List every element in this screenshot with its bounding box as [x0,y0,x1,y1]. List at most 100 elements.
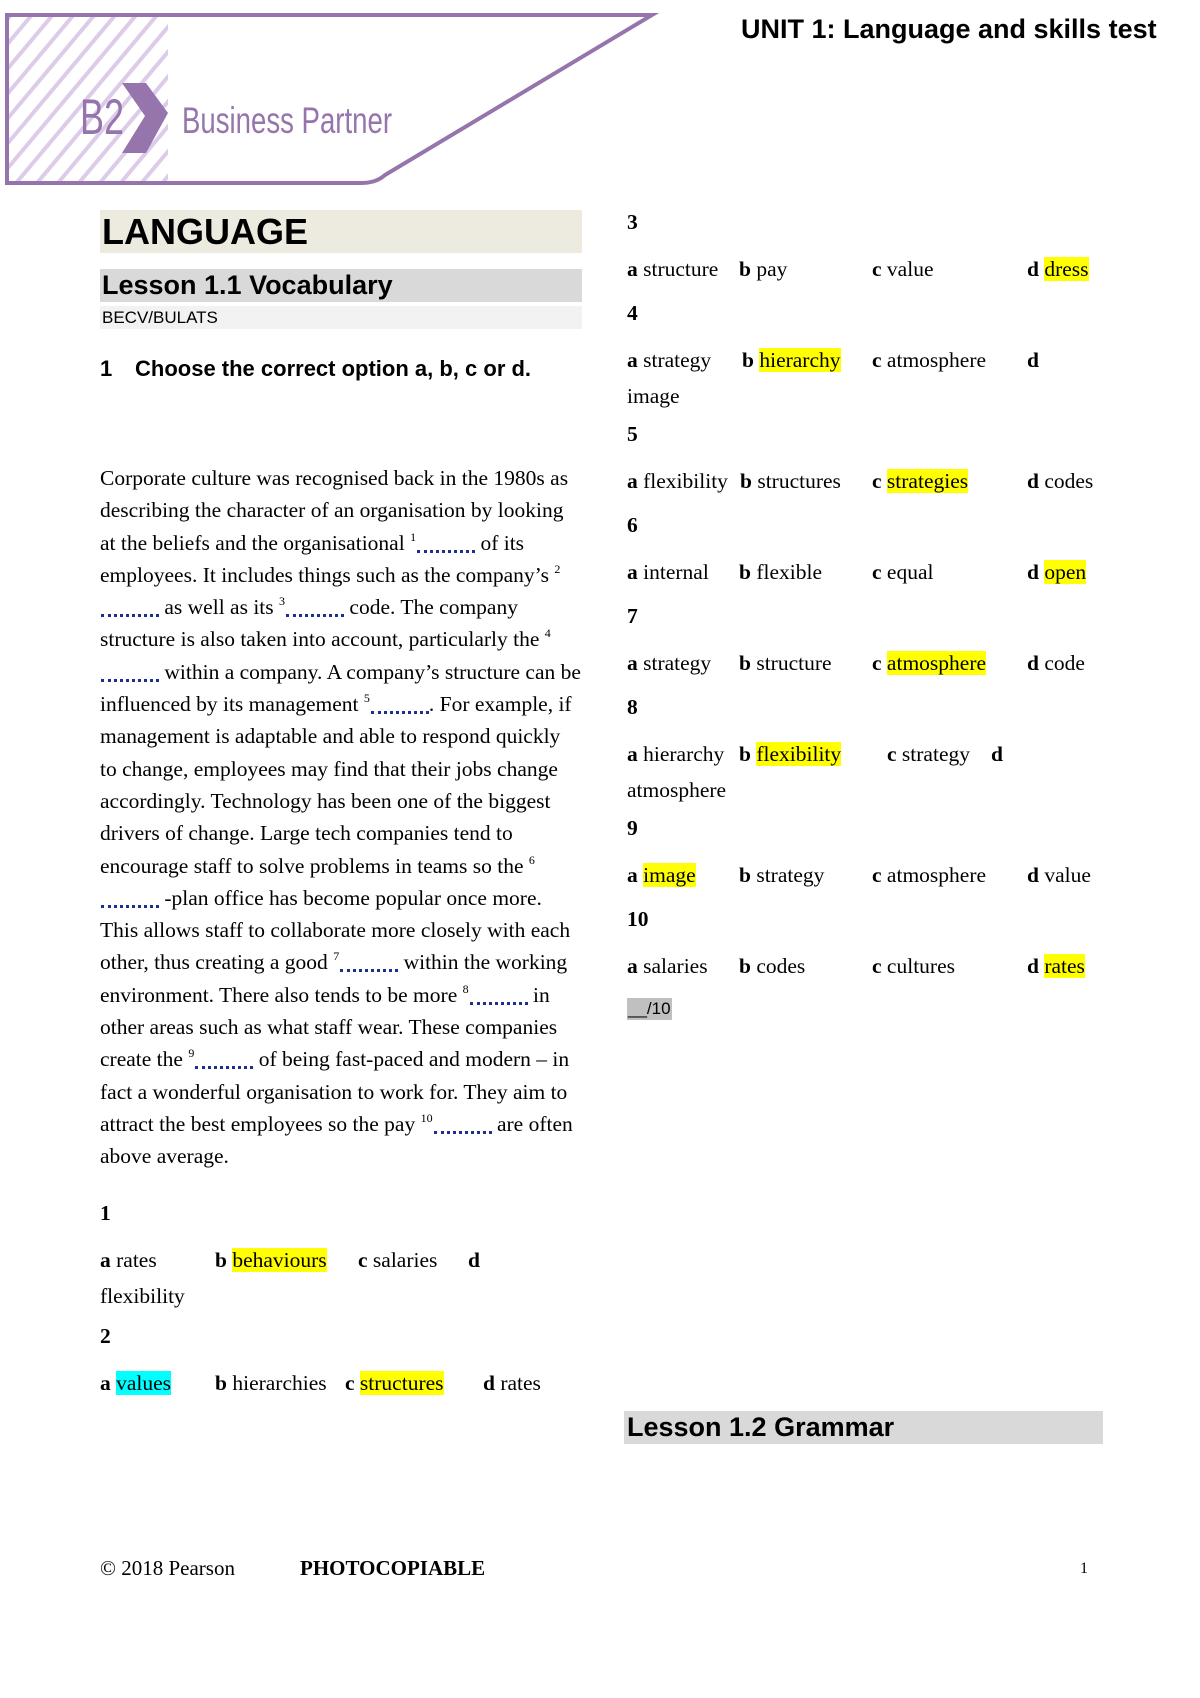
option-text: values [116,1370,172,1395]
option-a[interactable]: a strategy [627,651,711,676]
option-d[interactable]: d code [1027,651,1085,676]
gap-blank[interactable] [340,968,399,973]
gap-blank[interactable] [417,549,476,553]
option-c[interactable]: c structures [345,1370,444,1396]
option-text: atmosphere [627,778,727,802]
section-title: LANGUAGE [100,210,582,253]
option-letter: a [627,863,638,887]
gap-blank[interactable] [286,613,345,618]
option-a[interactable]: a structure [627,257,718,282]
option-a[interactable]: a salaries [627,954,708,979]
option-a[interactable]: a rates [100,1248,157,1273]
option-letter: d [1027,348,1039,372]
option-c[interactable]: c value [872,257,933,282]
gap-blank[interactable] [101,613,159,618]
option-c[interactable]: c cultures [872,954,955,979]
option-a[interactable]: a image [627,863,696,888]
option-d[interactable]: d value [1027,863,1091,888]
option-b[interactable]: b structure [739,651,832,676]
option-text: value [1044,863,1091,887]
option-c[interactable]: c atmosphere [872,348,986,373]
option-b[interactable]: b flexible [739,560,822,585]
option-a[interactable]: a hierarchy [627,742,724,767]
option-d-wrapped: image [627,380,1109,412]
option-text: flexibility [100,1283,185,1308]
option-letter: a [627,742,638,766]
question-item: 3 a structure b pay c value d dress [627,210,1109,289]
gap-number: 6 [528,852,535,867]
option-letter: b [739,954,751,978]
option-c[interactable]: c atmosphere [872,651,987,676]
option-a[interactable]: a values [100,1370,172,1396]
option-letter: d [483,1370,495,1395]
gap-blank[interactable] [433,1130,492,1134]
gap-blank[interactable] [370,710,429,715]
gap-blank[interactable] [101,904,159,908]
option-b[interactable]: b hierarchy [742,348,841,373]
option-a[interactable]: a strategy [627,348,711,373]
options-row: a rates b behaviours c salaries d [100,1247,582,1280]
option-d[interactable]: d rates [1027,954,1085,979]
options-row: a internal b flexible c equal d open [627,560,1109,592]
header-banner: B2 Business Partner [5,13,660,185]
option-text: structure [756,651,832,675]
option-letter: a [627,651,638,675]
gap-blank[interactable] [469,1001,528,1005]
option-letter: a [100,1370,111,1395]
option-letter: b [739,257,751,281]
option-a[interactable]: a internal [627,560,709,585]
option-text: salaries [372,1247,438,1272]
options-row: a strategy b structure c atmosphere d code [627,651,1109,683]
option-b[interactable]: b strategy [739,863,824,888]
instruction-text: Choose the correct option a, b, c or d. [135,356,532,381]
option-b[interactable]: b behaviours [215,1247,327,1273]
option-c[interactable]: c strategies [872,469,969,494]
option-text: rates [500,1370,541,1395]
option-c[interactable]: c equal [872,560,933,585]
option-d[interactable]: d codes [1027,469,1093,494]
option-d[interactable]: d open [1027,560,1087,585]
option-c[interactable]: c strategy [887,742,970,767]
question-item: 6 a internal b flexible c equal d open [627,513,1109,592]
option-letter: d [991,742,1003,766]
option-letter: c [872,257,882,281]
option-c[interactable]: c salaries [358,1248,437,1273]
questions-right: 3a structure b pay c value d dress 4 a strate… [627,210,1109,986]
option-letter: c [872,954,882,978]
gap-number: 9 [188,1046,195,1061]
gap-blank[interactable] [101,678,159,682]
option-d[interactable]: d rates [483,1371,541,1396]
option-d[interactable]: d dress [1027,257,1089,282]
option-d[interactable]: d [468,1248,480,1273]
option-text: rates [116,1247,157,1272]
options-row: a values b hierarchies c structures d rates [100,1370,582,1403]
option-letter: b [742,348,754,372]
option-b[interactable]: b pay [739,257,787,282]
option-c[interactable]: c atmosphere [872,863,986,888]
option-b[interactable]: b hierarchies [215,1371,327,1396]
option-b[interactable]: b flexibility [739,742,842,767]
option-letter: a [627,257,638,281]
option-text: equal [886,560,934,584]
option-text: salaries [643,954,708,978]
option-letter: b [739,742,751,766]
option-letter: c [872,651,882,675]
option-d[interactable]: d [991,742,1003,767]
gap-blank[interactable] [195,1065,254,1070]
option-letter: d [1027,469,1039,493]
option-text: hierarchies [232,1370,327,1395]
left-column: LANGUAGE Lesson 1.1 Vocabulary BECV/BULA… [100,210,582,1415]
option-b[interactable]: b codes [739,954,805,979]
option-text: dress [1044,257,1089,281]
option-b[interactable]: b structures [740,469,841,494]
option-letter: b [215,1370,227,1395]
questions-left: 1 a rates b behaviours c salaries d flexibil… [100,1201,582,1403]
question-number: 2 [100,1323,111,1348]
option-text: hierarchy [759,348,841,372]
lesson-title: Lesson 1.1 Vocabulary [100,269,582,302]
score-box[interactable]: __/10 [627,998,672,1020]
option-text: strategy [756,863,825,887]
option-d[interactable]: d [1027,348,1039,373]
option-text: strategy [901,742,970,766]
option-a[interactable]: a flexibility [627,469,728,494]
